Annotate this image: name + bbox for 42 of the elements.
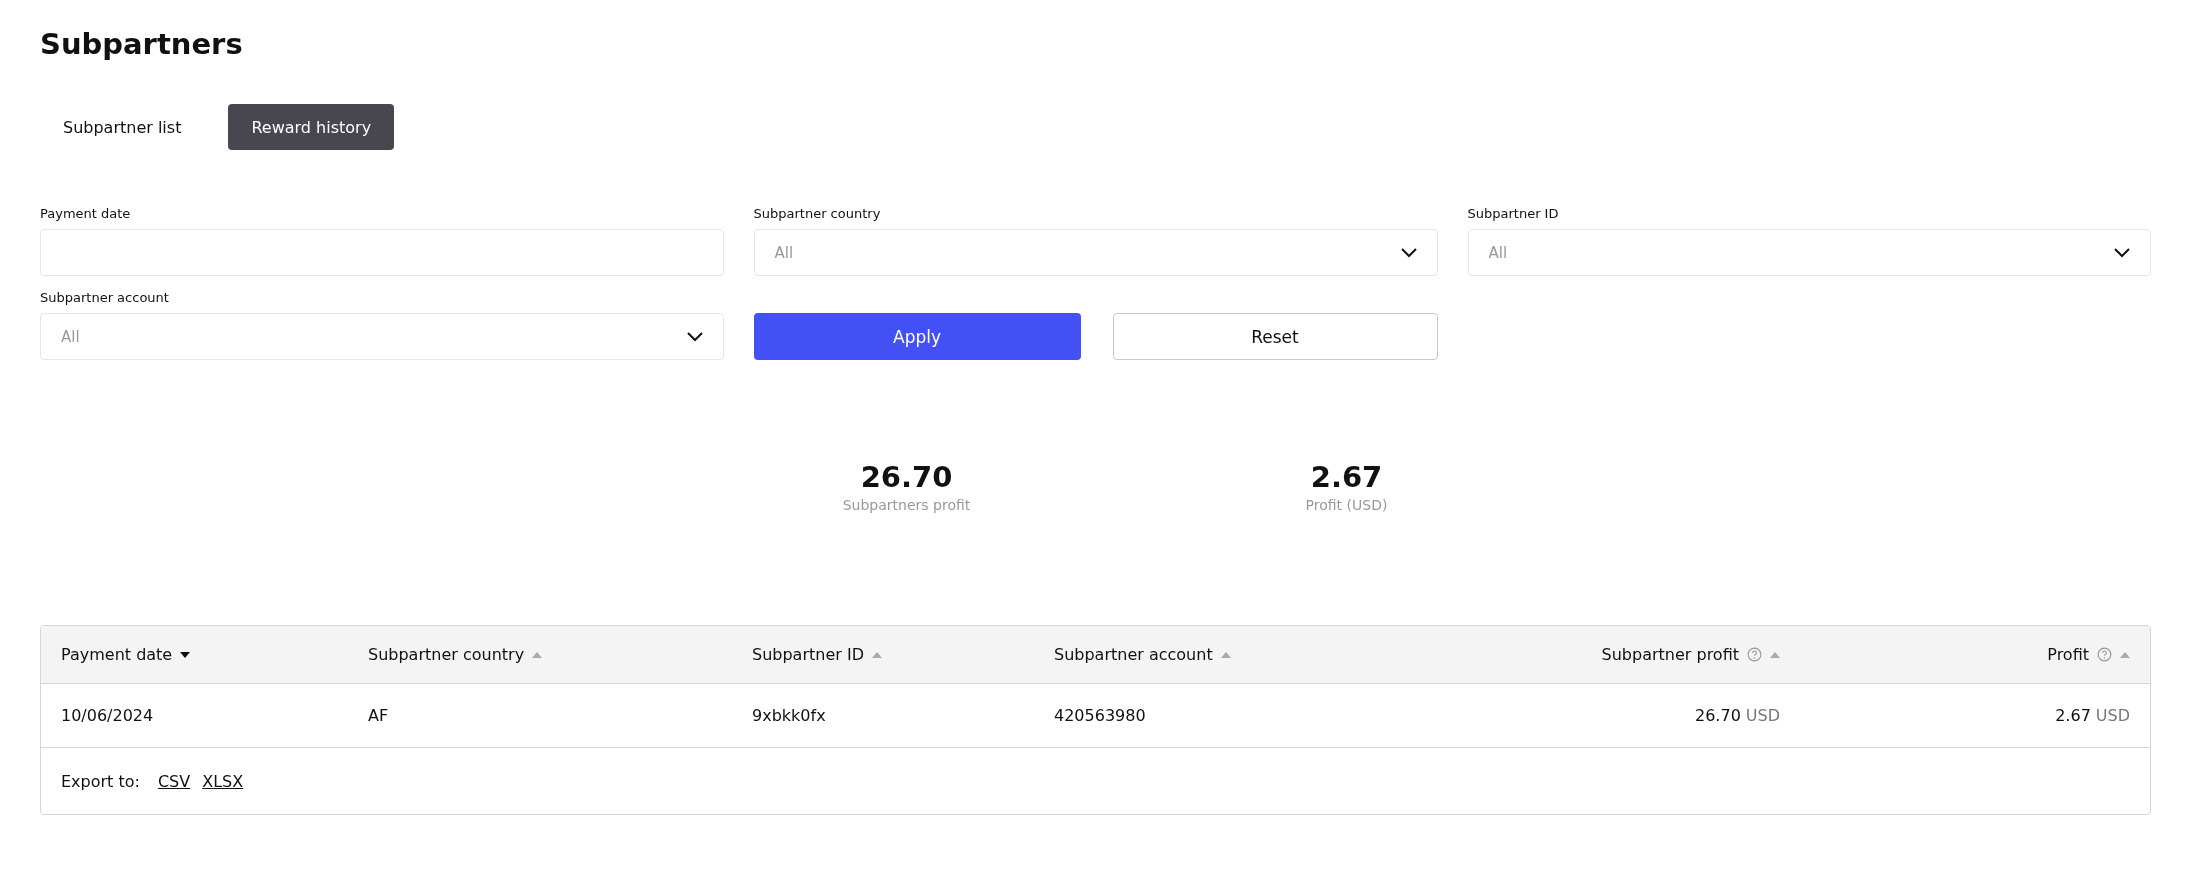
currency-unit: USD — [1745, 706, 1780, 725]
chevron-down-icon — [686, 331, 703, 342]
sort-asc-icon[interactable] — [2120, 651, 2130, 658]
filter-label: Subpartner ID — [1467, 206, 1560, 221]
table-cell: 26.70 — [1695, 706, 1741, 725]
chevron-down-icon — [2114, 247, 2130, 258]
reset-button[interactable]: Reset — [1112, 313, 1438, 360]
page-title: Subpartners — [40, 26, 244, 63]
stat-value: 2.67 — [1310, 460, 1383, 494]
export-label: Export to: — [61, 771, 140, 791]
help-icon[interactable] — [1747, 647, 1762, 662]
column-header[interactable]: Subpartner ID — [752, 645, 864, 664]
column-header[interactable]: Profit — [2047, 645, 2089, 664]
filter-label: Subpartner country — [753, 206, 882, 221]
column-header[interactable]: Payment date — [61, 645, 173, 664]
export-link[interactable]: XLSX — [202, 771, 244, 791]
filter-label: Payment date — [40, 206, 132, 221]
apply-button[interactable]: Apply — [753, 313, 1081, 360]
tab[interactable]: Reward history — [228, 104, 395, 150]
sort-asc-icon[interactable] — [871, 651, 882, 658]
sort-asc-icon[interactable] — [1220, 651, 1231, 658]
table-cell: AF — [368, 706, 389, 725]
table-cell: 10/06/2024 — [61, 706, 154, 725]
stat-value: 26.70 — [860, 460, 953, 494]
sort-asc-icon[interactable] — [1770, 651, 1780, 658]
table-cell: 420563980 — [1054, 706, 1146, 725]
date-field[interactable] — [40, 229, 724, 276]
chevron-down-icon — [1400, 247, 1417, 258]
sort-desc-icon[interactable] — [180, 651, 191, 658]
tab[interactable]: Subpartner list — [40, 104, 205, 150]
table-cell: 9xbkk0fx — [752, 706, 826, 725]
export-link[interactable]: CSV — [157, 771, 191, 791]
column-header[interactable]: Subpartner account — [1054, 645, 1213, 664]
sort-asc-icon[interactable] — [532, 651, 543, 658]
column-header[interactable]: Subpartner country — [368, 645, 525, 664]
help-icon[interactable] — [2097, 647, 2112, 662]
stat-label: Profit (USD) — [1305, 497, 1388, 513]
stat-label: Subpartners profit — [842, 497, 971, 513]
table-cell: 2.67 — [2055, 706, 2091, 725]
filter-label: Subpartner account — [40, 290, 170, 305]
column-header[interactable]: Subpartner profit — [1601, 645, 1739, 664]
currency-unit: USD — [2095, 706, 2130, 725]
